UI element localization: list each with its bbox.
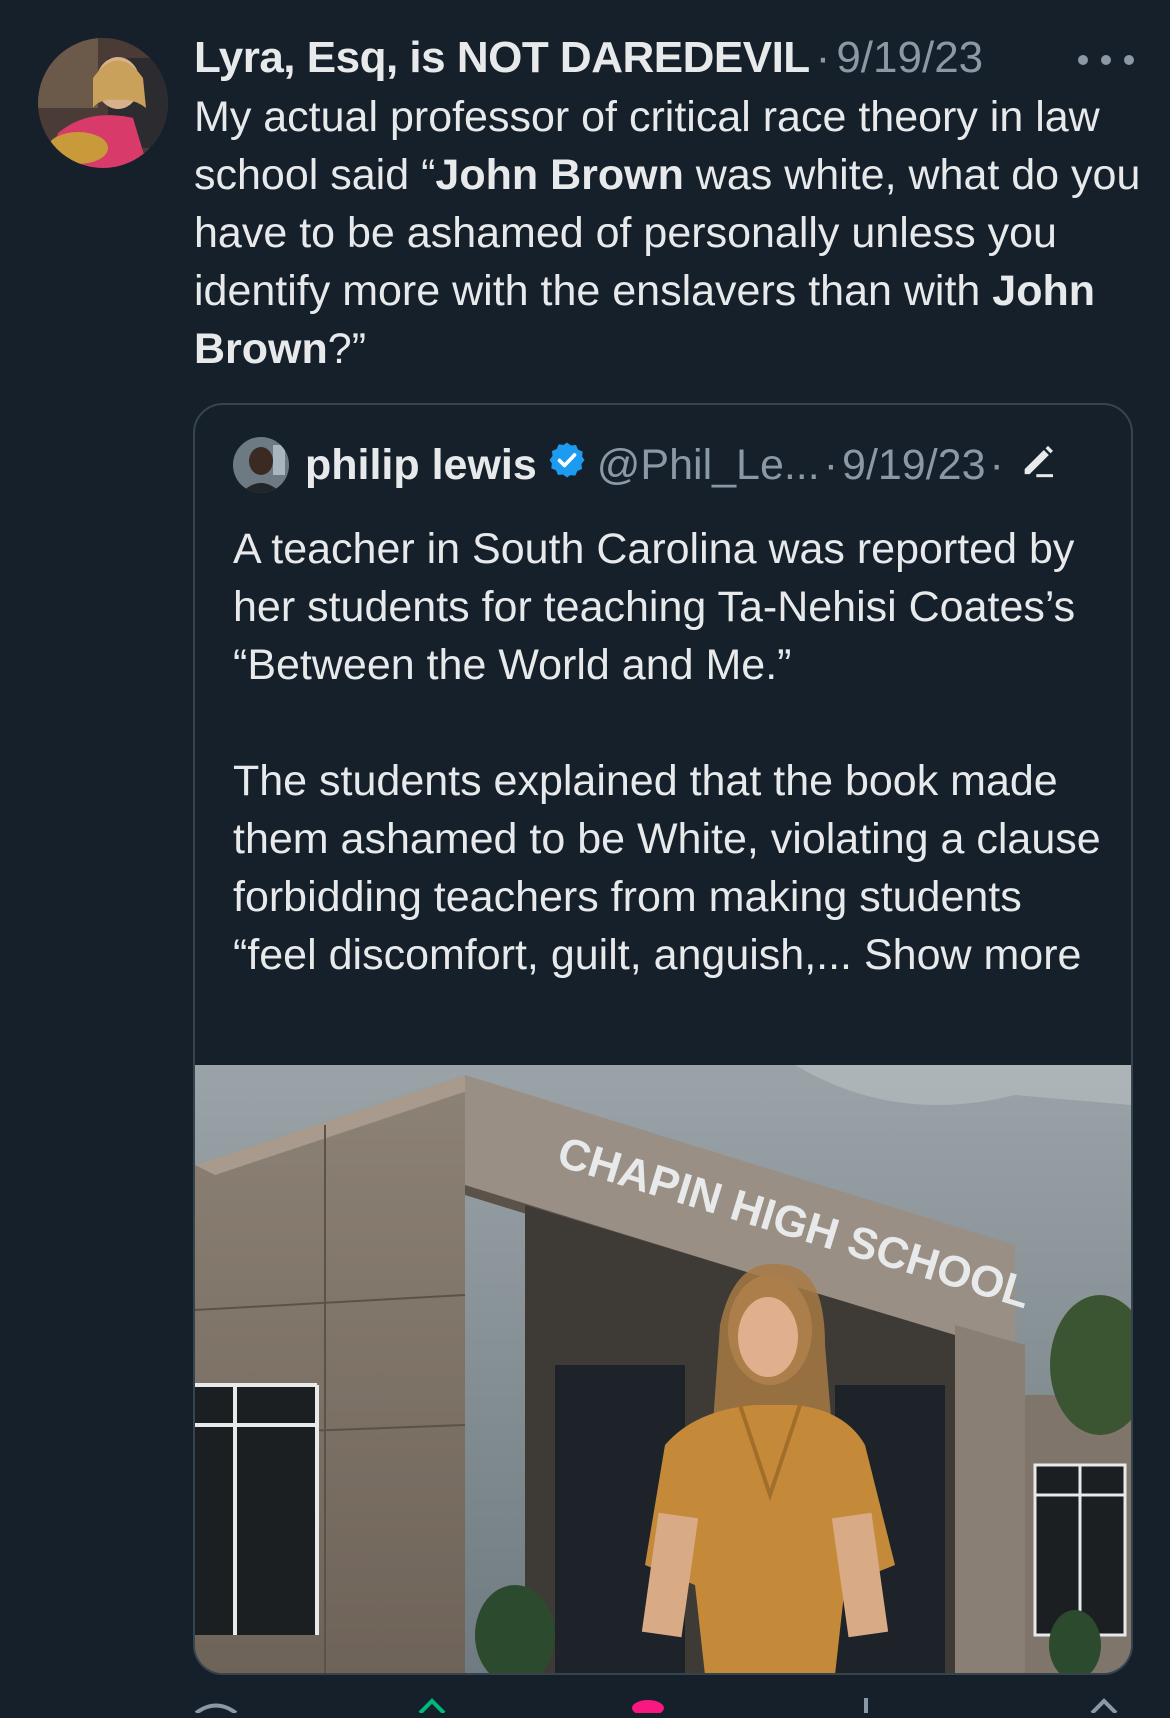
quoted-tweet-image[interactable]: CHAPIN HIGH SCHOOL	[195, 1065, 1131, 1673]
quoted-author-name[interactable]: philip lewis	[305, 441, 537, 490]
quoted-date[interactable]: 9/19/23	[842, 441, 985, 490]
tweet-text-part: ?”	[327, 325, 367, 373]
tweet-date[interactable]: 9/19/23	[836, 33, 983, 83]
tweet[interactable]: Lyra, Esq, is NOT DAREDEVIL · 9/19/23 My…	[0, 0, 1170, 1716]
quoted-separator: ·	[823, 440, 839, 489]
verified-badge-icon	[547, 440, 587, 491]
edited-pencil-icon	[1018, 440, 1058, 491]
tweet-actions	[0, 1690, 1170, 1716]
tweet-text: My actual professor of critical race the…	[194, 88, 1144, 378]
ellipsis-icon[interactable]	[1078, 50, 1134, 70]
quoted-tweet-text: A teacher in South Carolina was reported…	[233, 520, 1103, 984]
show-more-link[interactable]: Show more	[864, 931, 1081, 979]
header-separator: ·	[815, 33, 831, 82]
quoted-paragraph: The students explained that the book mad…	[233, 752, 1103, 984]
quoted-separator: ·	[989, 440, 1004, 489]
quoted-author-handle[interactable]: @Phil_Le...	[597, 441, 820, 490]
quoted-paragraph: A teacher in South Carolina was reported…	[233, 525, 1076, 689]
author-avatar[interactable]	[38, 38, 168, 168]
quoted-tweet[interactable]: philip lewis @Phil_Le... · 9/19/23 · A t	[193, 403, 1133, 1675]
author-name[interactable]: Lyra, Esq, is NOT DAREDEVIL	[194, 33, 810, 83]
quoted-author-avatar[interactable]	[233, 437, 289, 493]
tweet-text-bold: John Brown	[435, 151, 684, 199]
